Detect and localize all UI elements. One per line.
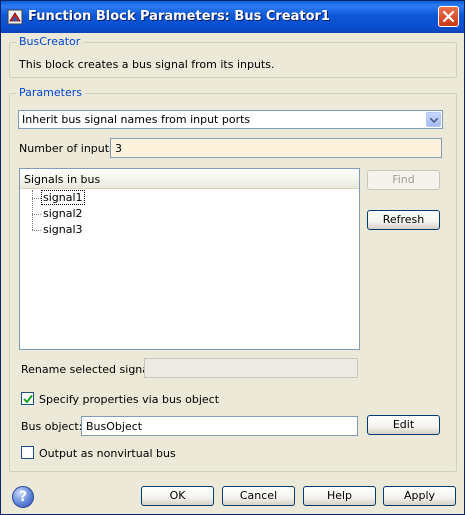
- list-item[interactable]: signal2: [32, 206, 358, 222]
- dialog-window: Function Block Parameters: Bus Creator1 …: [0, 0, 465, 515]
- num-inputs-value: 3: [115, 142, 122, 155]
- apply-button[interactable]: Apply: [383, 486, 456, 506]
- specify-bus-object-checkbox[interactable]: [21, 392, 34, 405]
- find-button[interactable]: Find: [367, 170, 440, 190]
- list-item[interactable]: signal3: [32, 222, 358, 238]
- cancel-button[interactable]: Cancel: [222, 486, 295, 506]
- chevron-down-icon: [430, 118, 438, 123]
- question-mark-icon[interactable]: ?: [12, 486, 34, 508]
- block-description: This block creates a bus signal from its…: [19, 58, 275, 71]
- nonvirtual-bus-checkbox[interactable]: [21, 446, 34, 459]
- list-item-label: signal1: [41, 190, 85, 205]
- specify-bus-object-label: Specify properties via bus object: [39, 393, 220, 406]
- parameters-group-legend: Parameters: [16, 86, 85, 99]
- title-bar[interactable]: Function Block Parameters: Bus Creator1: [1, 1, 464, 33]
- help-button[interactable]: Help: [303, 486, 376, 506]
- signals-list-header-label: Signals in bus: [24, 173, 101, 186]
- signals-list[interactable]: Signals in bus signal1 signal2 signal3: [19, 168, 360, 350]
- list-item-label: signal2: [43, 207, 83, 220]
- close-button[interactable]: [438, 6, 459, 27]
- edit-button[interactable]: Edit: [367, 415, 440, 435]
- buscreator-group: BusCreator This block creates a bus sign…: [9, 35, 457, 78]
- bus-object-value: BusObject: [86, 420, 143, 433]
- simulink-block-icon: [7, 9, 23, 25]
- num-inputs-label: Number of inputs:: [19, 142, 119, 155]
- rename-signal-field[interactable]: [144, 358, 358, 378]
- refresh-button[interactable]: Refresh: [367, 210, 440, 230]
- signal-naming-select[interactable]: Inherit bus signal names from input port…: [18, 110, 443, 129]
- signal-naming-select-value: Inherit bus signal names from input port…: [22, 113, 251, 126]
- buscreator-group-legend: BusCreator: [16, 35, 84, 48]
- num-inputs-field[interactable]: 3: [110, 138, 442, 158]
- ok-button[interactable]: OK: [141, 486, 214, 506]
- signals-list-header: Signals in bus: [20, 169, 359, 189]
- close-icon: [443, 11, 454, 22]
- window-title: Function Block Parameters: Bus Creator1: [28, 9, 330, 24]
- dropdown-button[interactable]: [426, 112, 441, 127]
- list-item[interactable]: signal1: [32, 190, 358, 206]
- bus-object-label: Bus object:: [21, 420, 83, 433]
- checkmark-icon: [23, 394, 33, 404]
- nonvirtual-bus-label: Output as nonvirtual bus: [39, 447, 176, 460]
- list-item-label: signal3: [43, 223, 83, 236]
- rename-signal-label: Rename selected signal:: [21, 363, 156, 376]
- bus-object-field[interactable]: BusObject: [81, 416, 358, 436]
